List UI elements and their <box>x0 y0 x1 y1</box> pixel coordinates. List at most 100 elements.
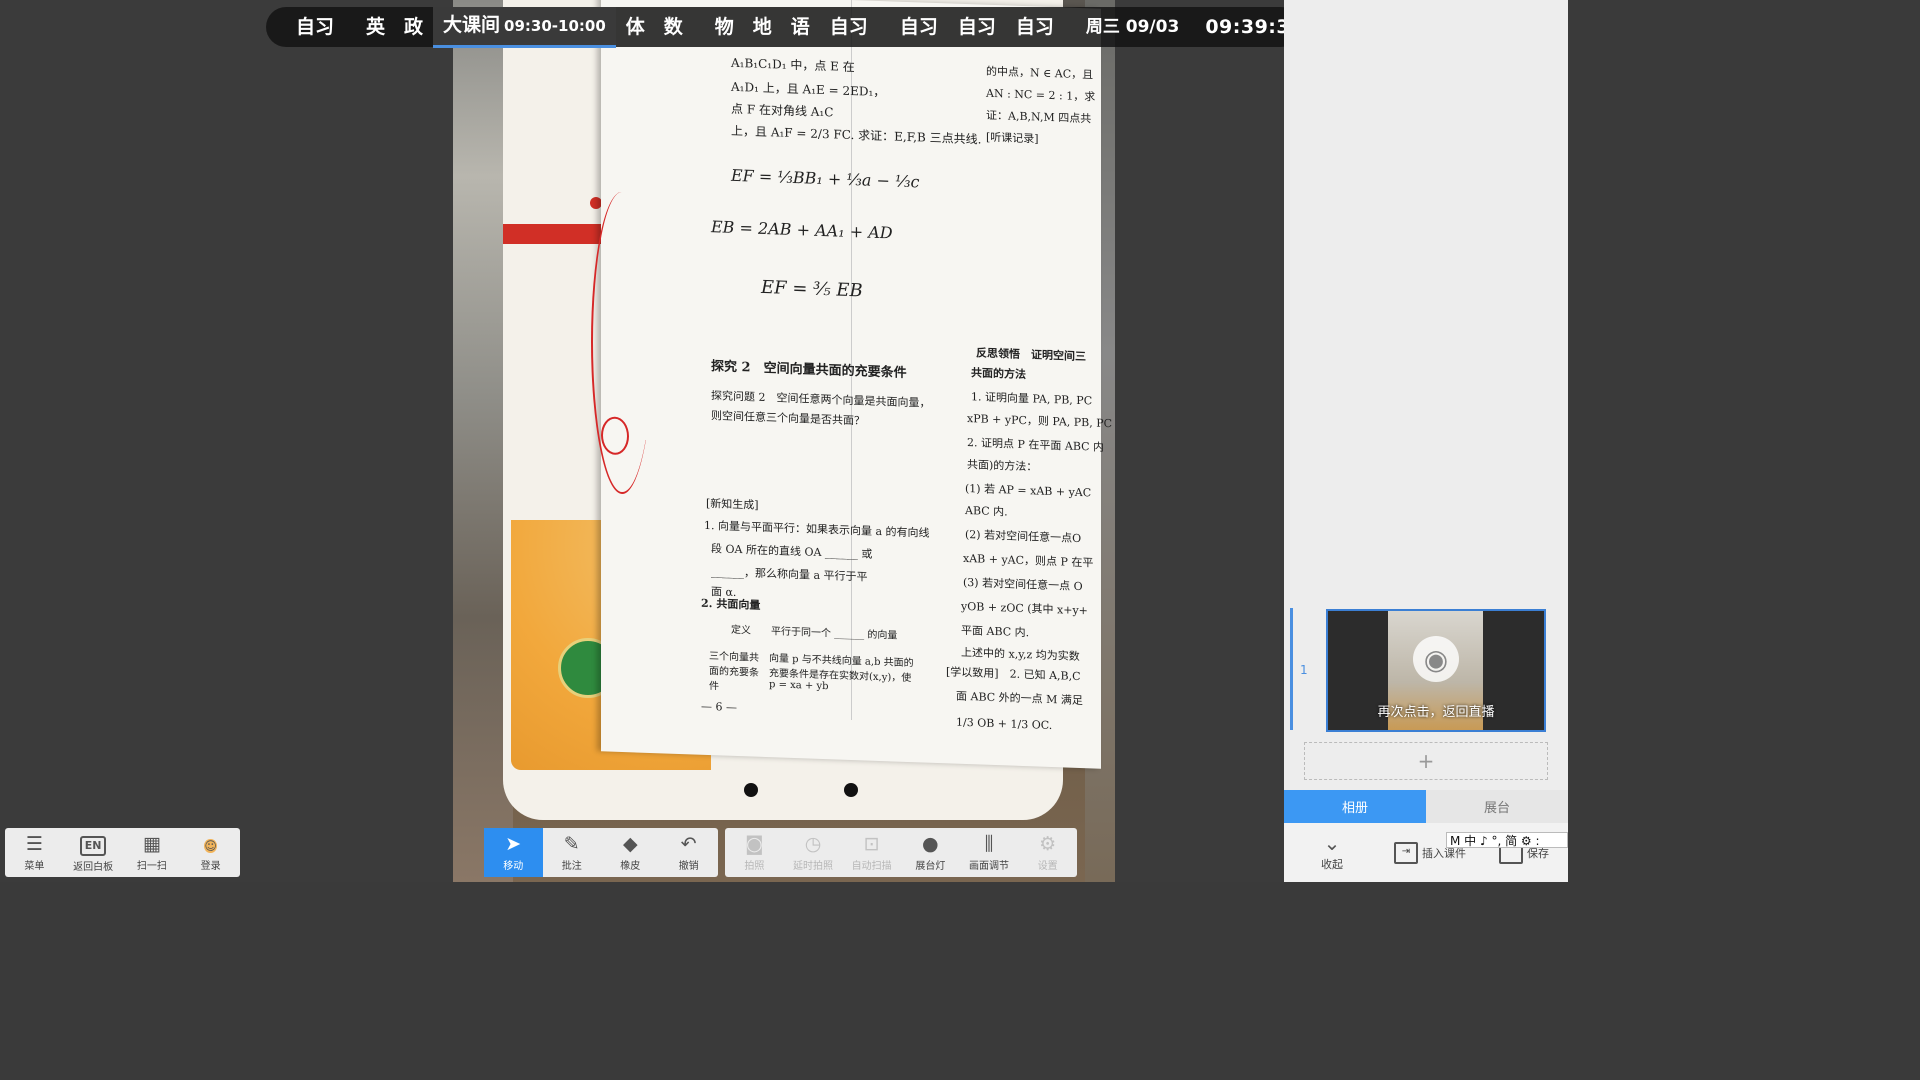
doc-line: (2) 若对空间任意一点O <box>965 527 1082 546</box>
page-number: — 6 — <box>701 699 737 715</box>
doc-line: 2. 证明点 P 在平面 ABC 内 <box>967 436 1105 454</box>
settings-button[interactable]: ⚙ 设置 <box>1018 828 1077 877</box>
doc-line: 探究问题 2 空间任意两个向量是共面向量， <box>711 389 931 410</box>
auto-scan-button[interactable]: ⊡ 自动扫描 <box>842 828 901 877</box>
table-cell: 定义 <box>731 624 751 637</box>
doc-line: xPB + yPC，则 PA, PB, PC <box>967 412 1113 431</box>
doc-line: ______，那么称向量 a 平行于平 <box>711 565 868 584</box>
bulb-icon: ● <box>922 833 939 855</box>
move-tool-button[interactable]: ➤ 移动 <box>484 828 543 877</box>
binder-hole <box>744 783 758 797</box>
chevron-down-icon: ⌄ <box>1323 830 1341 855</box>
doc-line: A₁D₁ 上，且 A₁E = 2ED₁， <box>731 79 886 100</box>
add-page-button[interactable]: + <box>1304 742 1548 780</box>
scan-button[interactable]: ▦ 扫一扫 <box>123 828 182 877</box>
doc-line: 1. 证明向量 PA, PB, PC <box>971 390 1093 408</box>
doc-line: 反思领悟 证明空间三 <box>976 346 1086 364</box>
doc-line: [听课记录] <box>986 130 1039 146</box>
eraser-label: 橡皮 <box>620 861 641 872</box>
schedule-item[interactable]: 体 数 <box>616 7 693 47</box>
table-cell: 平行于同一个 ______ 的向量 <box>771 626 898 642</box>
schedule-item[interactable]: 英 政 <box>356 7 433 47</box>
lamp-button[interactable]: ● 展台灯 <box>901 828 960 877</box>
sliders-icon: ⫼ <box>984 833 994 855</box>
whiteboard-en-icon: EN <box>79 835 107 856</box>
schedule-day: 周三 09/03 <box>1085 17 1180 37</box>
qr-code-icon: ▦ <box>142 833 161 855</box>
return-whiteboard-button[interactable]: EN 返回白板 <box>64 828 123 877</box>
settings-label: 设置 <box>1037 861 1058 872</box>
thumb-index: 1 <box>1300 663 1308 677</box>
menu-label: 菜单 <box>24 861 45 872</box>
doc-line: 共面的方法 <box>971 366 1026 382</box>
schedule-item[interactable]: 自习 <box>948 7 1006 47</box>
lamp-label: 展台灯 <box>915 861 946 872</box>
menu-button[interactable]: ☰ 菜单 <box>5 828 64 877</box>
gear-icon: ⚙ <box>1039 833 1057 855</box>
doc-line: 1. 向量与平面平行：如果表示向量 a 的有向线 <box>704 518 930 540</box>
main-menu-toolbar: ☰ 菜单 EN 返回白板 ▦ 扫一扫 ☺ 登录 <box>5 828 240 877</box>
schedule-item[interactable]: 物 地 语 <box>705 7 820 47</box>
collapse-label: 收起 <box>1321 857 1343 871</box>
collapse-button[interactable]: ⌄ 收起 <box>1284 830 1380 872</box>
scan-icon: ⊡ <box>863 833 880 855</box>
schedule-item[interactable]: 自习 <box>890 7 948 47</box>
handwritten-note: EB = 2AB + AA₁ + AD <box>711 217 893 243</box>
camera-icon: ◙ <box>745 833 764 855</box>
doc-line: (1) 若 AP = xAB + yAC <box>965 481 1092 500</box>
main-stage: A₁B₁C₁D₁ 中，点 E 在 A₁D₁ 上，且 A₁E = 2ED₁， 点 … <box>0 0 1284 882</box>
insert-icon: ⇥ <box>1394 841 1418 864</box>
handwritten-note: EF = ⅗ EB <box>761 276 863 302</box>
doc-line: [新知生成] <box>706 496 759 512</box>
doc-line: 上，且 A₁F = 2/3 FC. 求证：E,F,B 三点共线. <box>731 123 982 147</box>
section-title: 探究 2 空间向量共面的充要条件 <box>711 359 907 381</box>
hamburger-icon: ☰ <box>25 833 43 855</box>
timer-photo-button[interactable]: ◷ 延时拍照 <box>784 828 843 877</box>
doc-line: 面 ABC 外的一点 M 满足 <box>956 689 1083 708</box>
eraser-icon: ◆ <box>622 833 638 855</box>
scan-label: 扫一扫 <box>136 861 167 872</box>
tab-album[interactable]: 相册 <box>1284 790 1426 823</box>
undo-button[interactable]: ↶ 撤销 <box>660 828 719 877</box>
auto-scan-label: 自动扫描 <box>851 861 892 872</box>
schedule-item[interactable]: 自习 <box>286 7 344 47</box>
doc-line: 共面)的方法： <box>967 458 1038 474</box>
panel-tabs: 相册 展台 <box>1284 790 1568 823</box>
cursor-icon: ➤ <box>505 833 522 855</box>
live-thumbnail[interactable]: ◉ 再次点击，返回直播 <box>1326 609 1546 732</box>
timer-icon: ◷ <box>804 833 822 855</box>
schedule-item[interactable]: 自习 <box>820 7 878 47</box>
schedule-time: 09:30-10:00 <box>504 16 606 35</box>
doc-line: xAB + yAC，则点 P 在平 <box>963 551 1094 570</box>
adjust-label: 画面调节 <box>969 861 1010 872</box>
doc-line: 1/3 OB + 1/3 OC. <box>956 715 1053 733</box>
camera-live-view: A₁B₁C₁D₁ 中，点 E 在 A₁D₁ 上，且 A₁E = 2ED₁， 点 … <box>453 0 1115 882</box>
annotate-label: 批注 <box>561 861 582 872</box>
photo-label: 拍照 <box>744 861 765 872</box>
table-cell: 向量 p 与不共线向量 a,b 共面的充要条件是存在实数对(x,y)，使 p =… <box>769 653 914 693</box>
tab-booth[interactable]: 展台 <box>1426 790 1568 823</box>
doc-line: A₁B₁C₁D₁ 中，点 E 在 <box>731 55 855 75</box>
move-label: 移动 <box>503 861 524 872</box>
doc-line: 则空间任意三个向量是否共面？ <box>711 409 865 428</box>
avatar-icon: ☺ <box>204 839 217 853</box>
eraser-tool-button[interactable]: ◆ 橡皮 <box>601 828 660 877</box>
schedule-item[interactable]: 自习 <box>1006 7 1064 47</box>
schedule-item-current[interactable]: 大课间 09:30-10:00 <box>433 6 616 48</box>
thumb-selection-bar <box>1290 608 1293 730</box>
annotate-tool-button[interactable]: ✎ 批注 <box>543 828 602 877</box>
pen-icon: ✎ <box>563 833 580 855</box>
doc-line: 上述中的 x,y,z 均为实数 <box>961 645 1080 663</box>
photo-button[interactable]: ◙ 拍照 <box>725 828 784 877</box>
undo-icon: ↶ <box>680 833 697 855</box>
image-adjust-button[interactable]: ⫼ 画面调节 <box>960 828 1019 877</box>
camera-toolbar: ◙ 拍照 ◷ 延时拍照 ⊡ 自动扫描 ● 展台灯 ⫼ 画面调节 ⚙ 设置 <box>725 828 1077 877</box>
doc-line: 的中点，N ∈ AC，且 <box>986 64 1094 82</box>
doc-line: 点 F 在对角线 A₁C <box>731 101 834 120</box>
drawing-toolbar: ➤ 移动 ✎ 批注 ◆ 橡皮 ↶ 撤销 <box>484 828 718 877</box>
red-annotation <box>601 416 629 456</box>
undo-label: 撤销 <box>678 861 699 872</box>
webcam-icon: ◉ <box>1413 636 1459 682</box>
ime-toolbar[interactable]: M 中 ♪ °, 简 ⚙ : <box>1446 832 1568 848</box>
login-button[interactable]: ☺ 登录 <box>181 828 240 877</box>
